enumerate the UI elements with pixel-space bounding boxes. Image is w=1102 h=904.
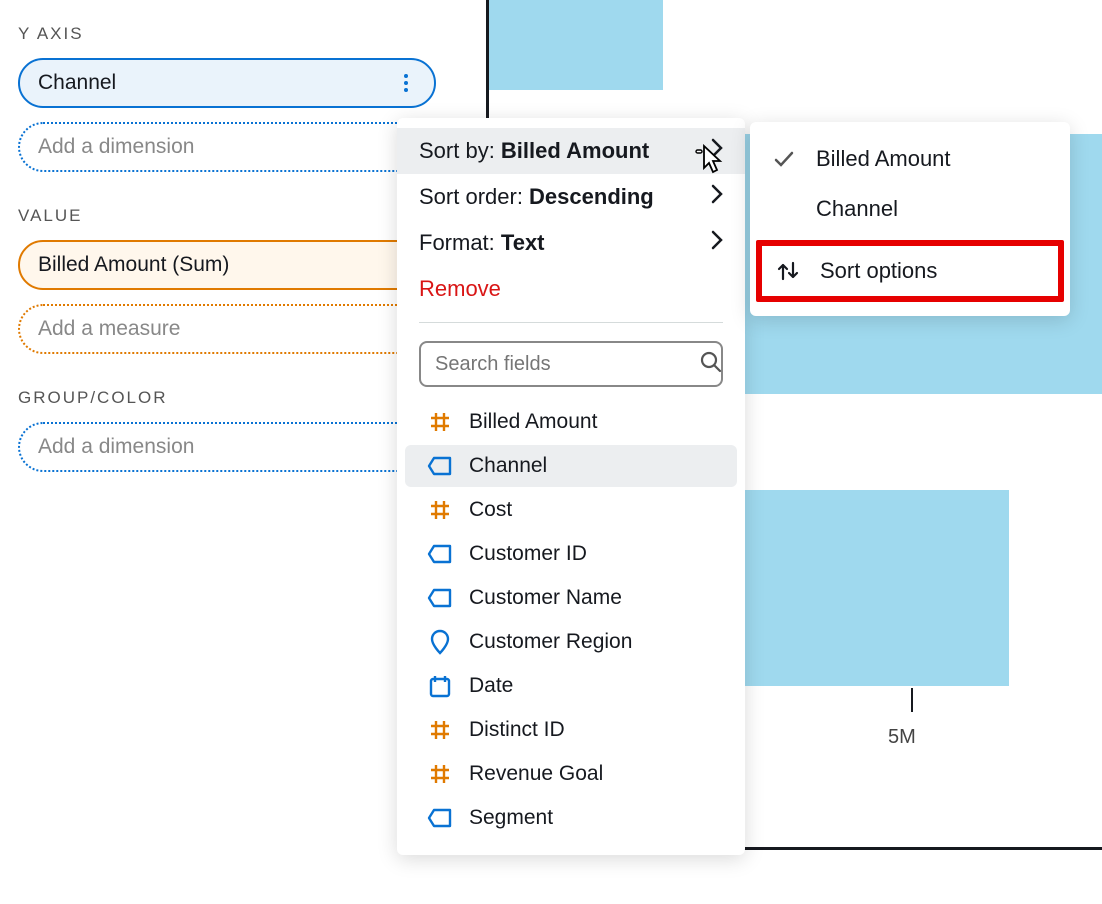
submenu-label: Billed Amount <box>816 146 951 172</box>
menu-label: Sort by: Billed Amount <box>419 138 649 164</box>
menu-label: Remove <box>419 276 501 302</box>
pill-label: Billed Amount (Sum) <box>38 253 229 277</box>
dimension-icon <box>427 541 453 567</box>
field-name: Customer Region <box>469 630 632 654</box>
field-row[interactable]: Date <box>405 665 737 707</box>
field-row[interactable]: Customer Name <box>405 577 737 619</box>
yaxis-section-label: Y AXIS <box>18 24 438 44</box>
search-fields-box[interactable] <box>419 341 723 387</box>
submenu-label: Sort options <box>820 258 937 284</box>
field-row[interactable]: Customer Region <box>405 621 737 663</box>
field-row[interactable]: Segment <box>405 797 737 839</box>
field-row[interactable]: Billed Amount <box>405 401 737 443</box>
sort-icon <box>774 259 802 283</box>
field-name: Customer ID <box>469 542 587 566</box>
menu-remove[interactable]: Remove <box>397 266 745 312</box>
field-name: Distinct ID <box>469 718 565 742</box>
sort-by-submenu: Billed Amount Channel Sort options <box>750 122 1070 316</box>
measure-icon <box>427 717 453 743</box>
measure-icon <box>427 497 453 523</box>
field-name: Revenue Goal <box>469 762 603 786</box>
tick-line <box>911 688 913 712</box>
field-name: Channel <box>469 454 547 478</box>
geo-icon <box>427 629 453 655</box>
sortby-billed-amount[interactable]: Billed Amount <box>750 134 1070 184</box>
menu-label: Format: Text <box>419 230 545 256</box>
value-pill-billed[interactable]: Billed Amount (Sum) <box>18 240 436 290</box>
group-add-dimension[interactable]: Add a dimension <box>18 422 436 472</box>
tick-label: 5M <box>888 726 916 749</box>
yaxis-add-dimension[interactable]: Add a dimension <box>18 122 436 172</box>
search-icon <box>700 351 722 378</box>
check-icon <box>770 148 798 170</box>
chevron-right-icon <box>711 138 723 164</box>
dimension-icon <box>427 585 453 611</box>
field-name: Billed Amount <box>469 410 597 434</box>
value-add-measure[interactable]: Add a measure <box>18 304 436 354</box>
field-wells-panel: Y AXIS Channel Add a dimension VALUE Bil… <box>18 24 438 486</box>
field-row[interactable]: Channel <box>405 445 737 487</box>
group-section-label: GROUP/COLOR <box>18 388 438 408</box>
sort-options-highlight: Sort options <box>756 240 1064 302</box>
menu-format[interactable]: Format: Text <box>397 220 745 266</box>
submenu-label: Channel <box>816 196 898 222</box>
dimension-icon <box>427 805 453 831</box>
dimension-icon <box>427 453 453 479</box>
menu-sort-order[interactable]: Sort order: Descending <box>397 174 745 220</box>
add-label: Add a dimension <box>38 135 194 159</box>
field-row[interactable]: Distinct ID <box>405 709 737 751</box>
field-name: Cost <box>469 498 512 522</box>
field-row[interactable]: Revenue Goal <box>405 753 737 795</box>
menu-sort-by[interactable]: Sort by: Billed Amount <box>397 128 745 174</box>
menu-divider <box>419 322 723 323</box>
field-name: Customer Name <box>469 586 622 610</box>
yaxis-pill-channel[interactable]: Channel <box>18 58 436 108</box>
add-label: Add a measure <box>38 317 180 341</box>
measure-icon <box>427 761 453 787</box>
more-icon[interactable] <box>396 74 416 92</box>
pill-label: Channel <box>38 71 116 95</box>
bar <box>489 0 663 90</box>
sortby-channel[interactable]: Channel <box>750 184 1070 234</box>
search-input[interactable] <box>435 353 700 376</box>
menu-label: Sort order: Descending <box>419 184 654 210</box>
date-icon <box>427 673 453 699</box>
measure-icon <box>427 409 453 435</box>
chevron-right-icon <box>711 184 723 210</box>
sort-options[interactable]: Sort options <box>774 252 1046 290</box>
chevron-right-icon <box>711 230 723 256</box>
field-context-menu: Sort by: Billed Amount Sort order: Desce… <box>397 118 745 855</box>
value-section-label: VALUE <box>18 206 438 226</box>
field-row[interactable]: Cost <box>405 489 737 531</box>
add-label: Add a dimension <box>38 435 194 459</box>
field-list: Billed Amount Channel Cost Customer ID Custo… <box>397 401 745 839</box>
field-name: Date <box>469 674 513 698</box>
field-name: Segment <box>469 806 553 830</box>
field-row[interactable]: Customer ID <box>405 533 737 575</box>
